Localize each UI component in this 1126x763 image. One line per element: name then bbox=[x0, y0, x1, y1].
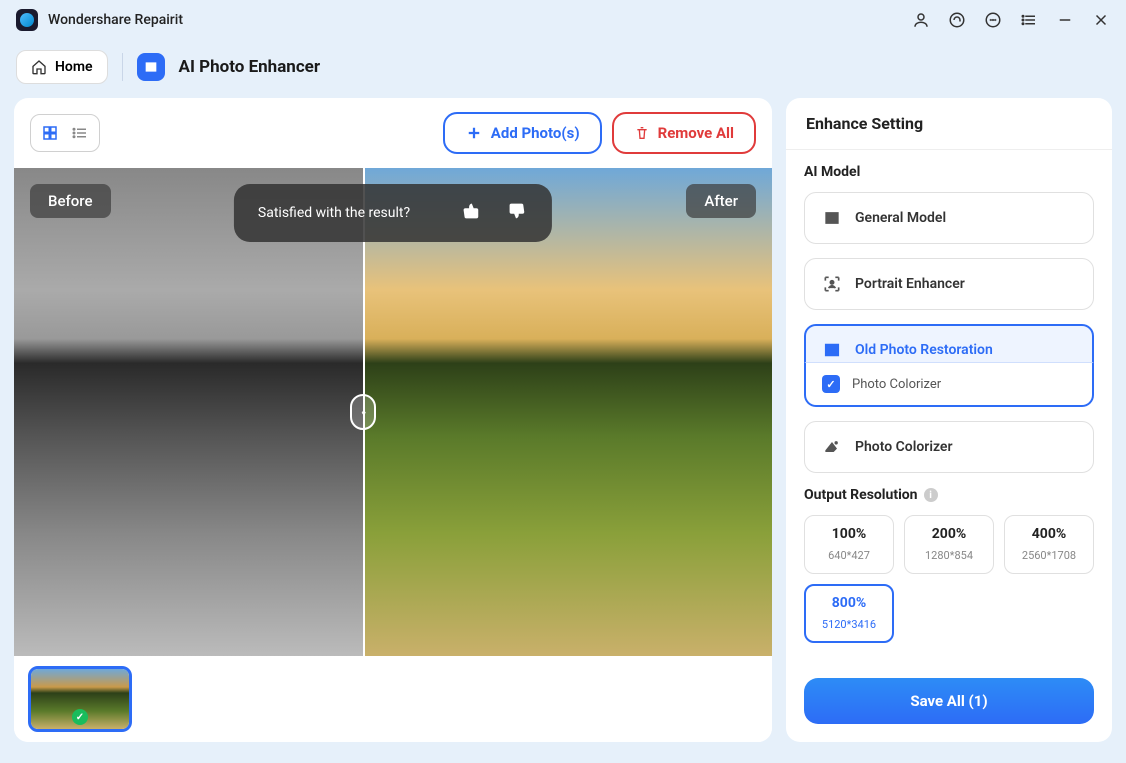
model-colorizer[interactable]: Photo Colorizer bbox=[804, 421, 1094, 473]
left-panel: Add Photo(s) Remove All Before After Sat… bbox=[14, 98, 772, 742]
module-title: AI Photo Enhancer bbox=[179, 57, 321, 77]
save-all-button[interactable]: Save All (1) bbox=[804, 678, 1094, 724]
model-label: Photo Colorizer bbox=[855, 439, 953, 455]
resolution-400[interactable]: 400% 2560*1708 bbox=[1004, 515, 1094, 574]
titlebar: Wondershare Repairit bbox=[0, 0, 1126, 40]
remove-all-label: Remove All bbox=[658, 124, 734, 142]
checkbox-checked[interactable] bbox=[822, 375, 840, 393]
colorizer-icon bbox=[821, 436, 843, 458]
info-icon[interactable]: i bbox=[924, 488, 938, 502]
output-resolution-label: Output Resolution i bbox=[804, 487, 1094, 503]
resolution-100[interactable]: 100% 640*427 bbox=[804, 515, 894, 574]
model-portrait[interactable]: Portrait Enhancer bbox=[804, 258, 1094, 310]
resolution-200[interactable]: 200% 1280*854 bbox=[904, 515, 994, 574]
home-icon bbox=[31, 59, 47, 75]
sub-option-label: Photo Colorizer bbox=[852, 377, 941, 392]
remove-all-button[interactable]: Remove All bbox=[612, 112, 756, 154]
app-logo bbox=[16, 9, 38, 31]
menu-icon[interactable] bbox=[1020, 11, 1038, 29]
minimize-icon[interactable] bbox=[1056, 11, 1074, 29]
grid-view-button[interactable] bbox=[35, 119, 65, 147]
after-badge: After bbox=[686, 184, 756, 218]
home-button[interactable]: Home bbox=[16, 50, 108, 84]
thumbs-down-button[interactable] bbox=[460, 200, 482, 226]
ai-model-label: AI Model bbox=[804, 164, 1094, 180]
chat-icon[interactable] bbox=[984, 11, 1002, 29]
add-photos-label: Add Photo(s) bbox=[491, 124, 580, 142]
model-label: General Model bbox=[855, 210, 946, 226]
portrait-icon bbox=[821, 273, 843, 295]
divider bbox=[122, 53, 123, 81]
trash-icon bbox=[634, 125, 650, 141]
app-name: Wondershare Repairit bbox=[48, 12, 183, 28]
enhance-setting-title: Enhance Setting bbox=[786, 98, 1112, 150]
sub-option-colorizer[interactable]: Photo Colorizer bbox=[804, 362, 1094, 407]
preview-area: Before After Satisfied with the result? bbox=[14, 168, 772, 656]
add-photos-button[interactable]: Add Photo(s) bbox=[443, 112, 602, 154]
before-badge: Before bbox=[30, 184, 111, 218]
right-panel: Enhance Setting AI Model General Model P… bbox=[786, 98, 1112, 742]
module-icon bbox=[137, 53, 165, 81]
restoration-icon bbox=[821, 339, 843, 361]
resolution-800[interactable]: 800% 5120*3416 bbox=[804, 584, 894, 643]
header-row: Home AI Photo Enhancer bbox=[0, 40, 1126, 98]
model-label: Portrait Enhancer bbox=[855, 276, 965, 292]
thumbs-up-button[interactable] bbox=[506, 200, 528, 226]
thumbnail-strip bbox=[14, 656, 772, 742]
plus-icon bbox=[465, 124, 483, 142]
check-icon bbox=[72, 709, 88, 725]
save-all-label: Save All (1) bbox=[910, 692, 987, 710]
close-icon[interactable] bbox=[1092, 11, 1110, 29]
feedback-prompt: Satisfied with the result? bbox=[234, 184, 552, 242]
left-toolbar: Add Photo(s) Remove All bbox=[14, 98, 772, 168]
resolution-grid: 100% 640*427 200% 1280*854 400% 2560*170… bbox=[804, 515, 1094, 643]
feedback-text: Satisfied with the result? bbox=[258, 205, 410, 221]
comparison-slider-handle[interactable] bbox=[350, 394, 376, 430]
model-label: Old Photo Restoration bbox=[855, 342, 993, 358]
model-general[interactable]: General Model bbox=[804, 192, 1094, 244]
view-toggle bbox=[30, 114, 100, 152]
thumbnail-item[interactable] bbox=[28, 666, 132, 732]
list-view-button[interactable] bbox=[65, 119, 95, 147]
support-icon[interactable] bbox=[948, 11, 966, 29]
image-icon bbox=[821, 207, 843, 229]
account-icon[interactable] bbox=[912, 11, 930, 29]
home-label: Home bbox=[55, 59, 93, 75]
